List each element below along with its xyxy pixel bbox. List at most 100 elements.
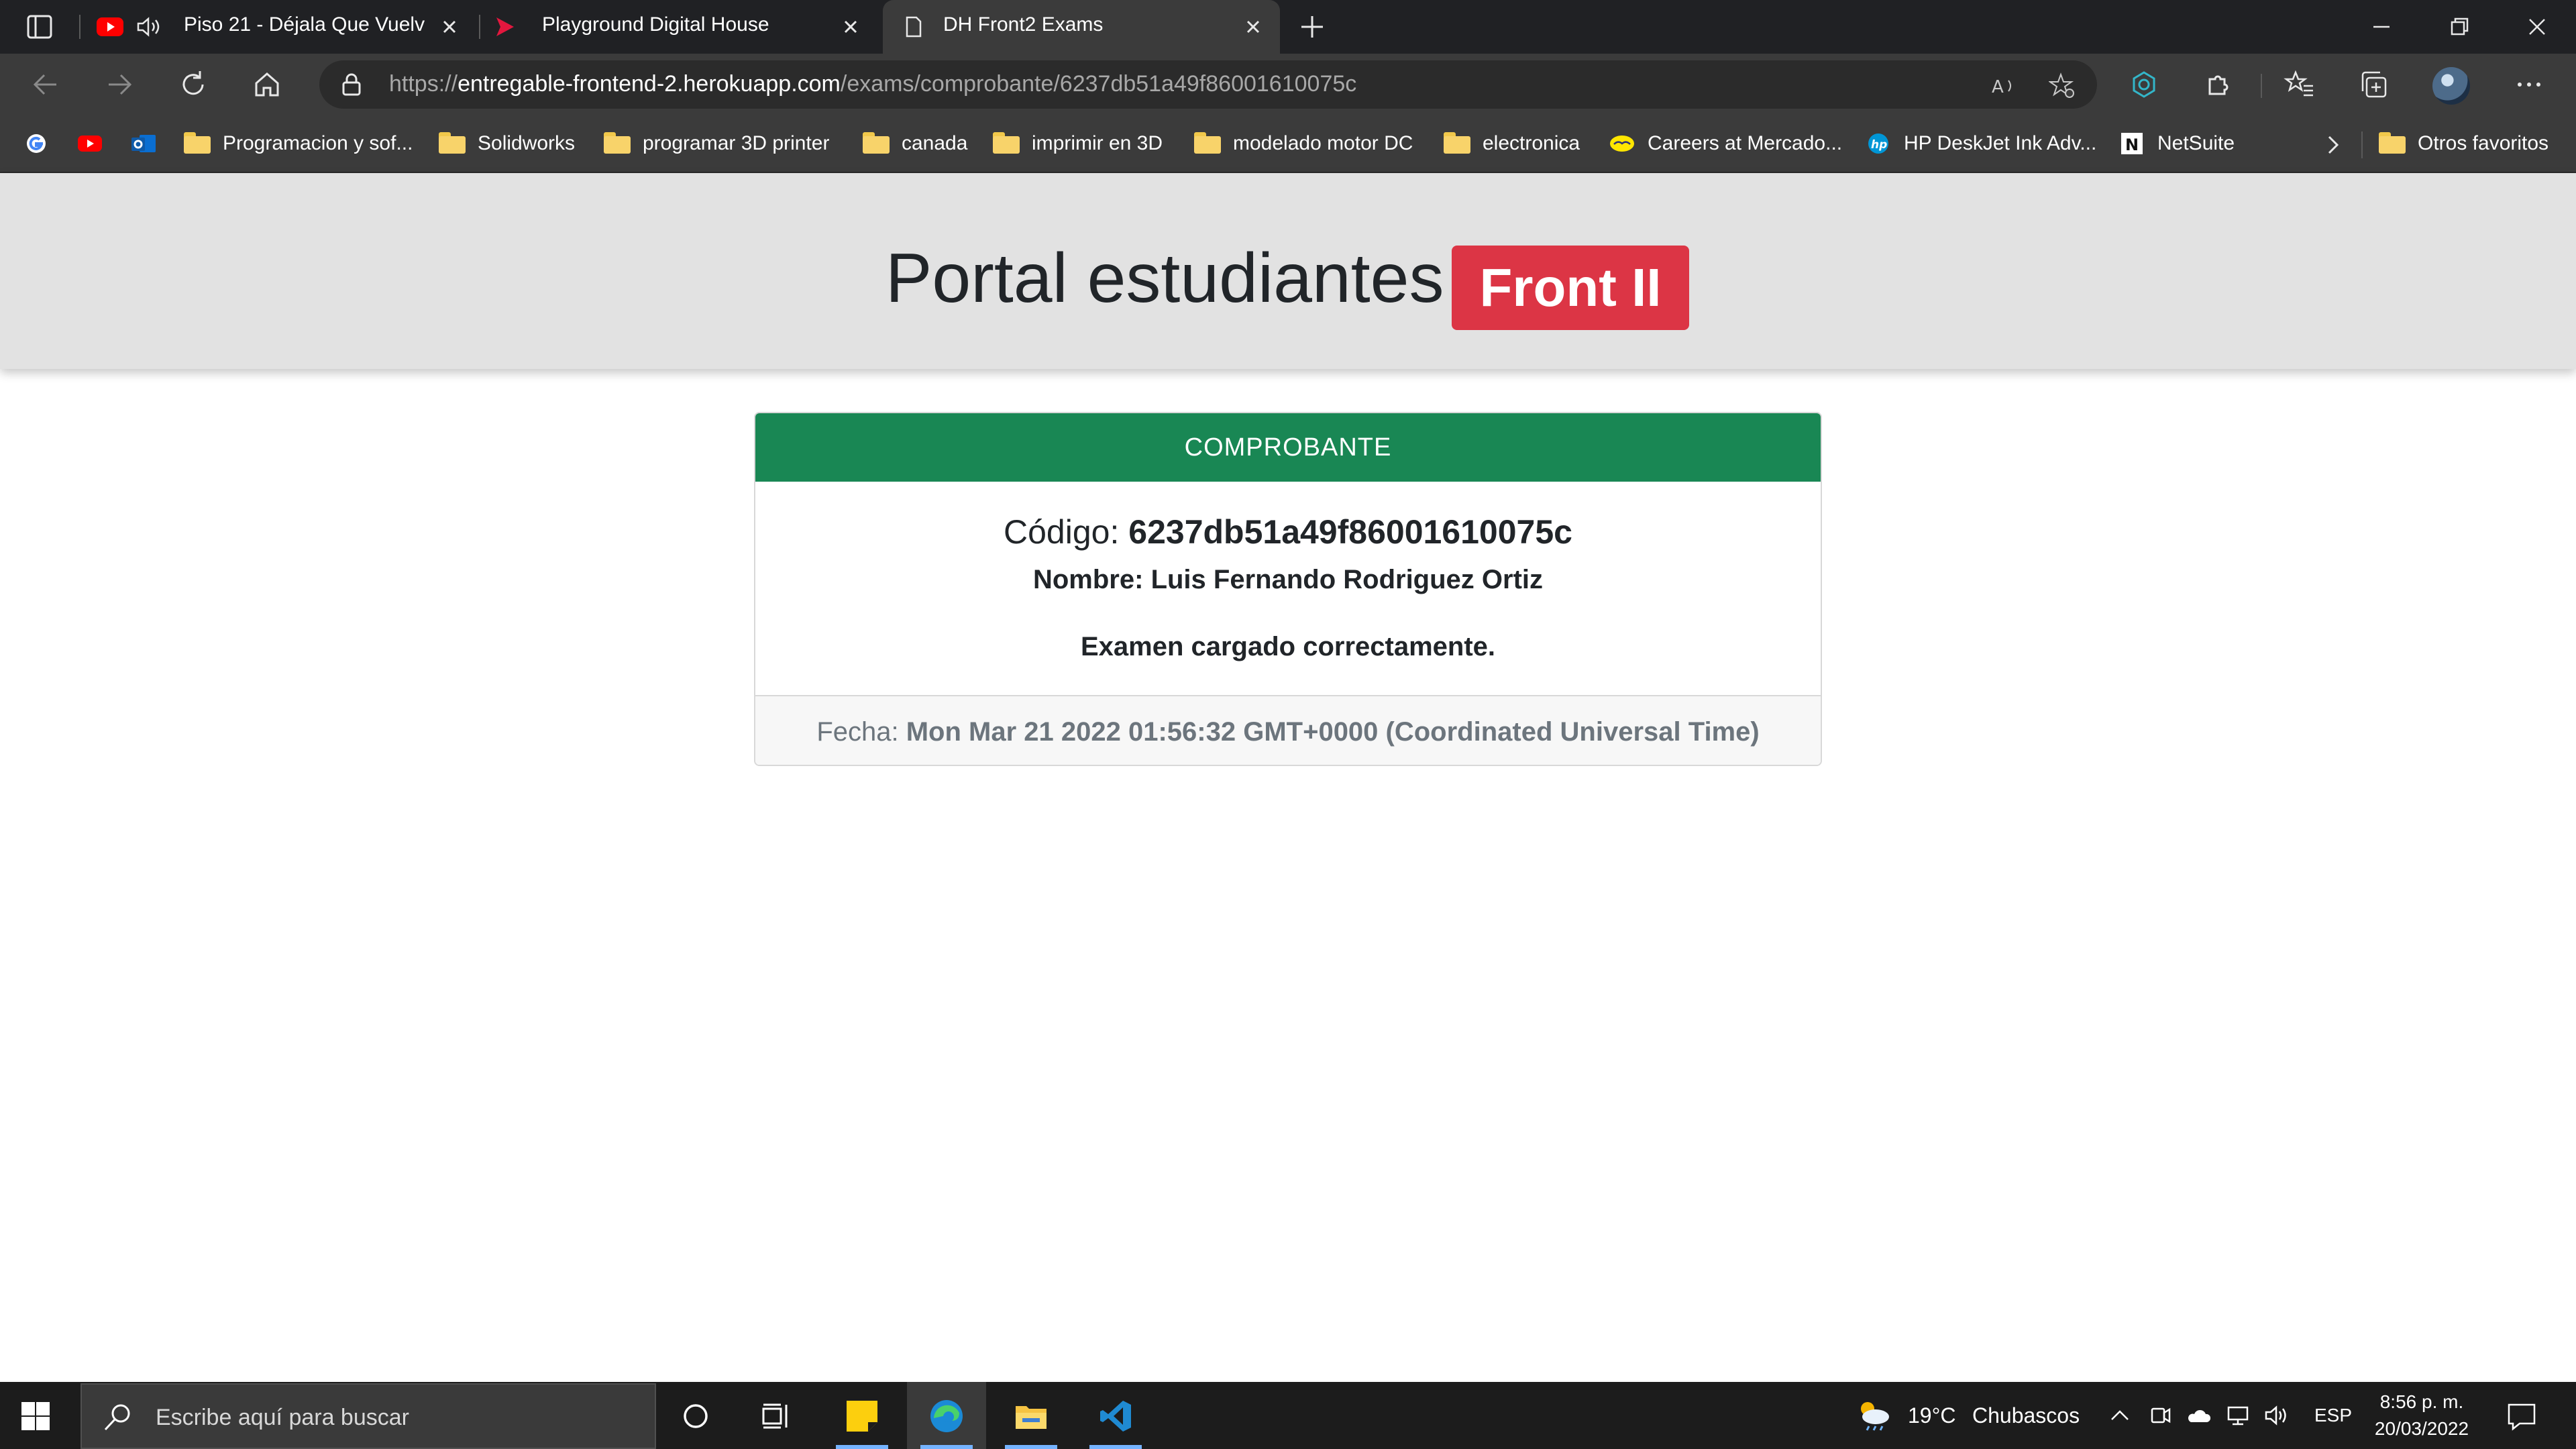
- fecha-value: Mon Mar 21 2022 01:56:32 GMT+0000 (Coord…: [906, 717, 1760, 747]
- site-header: Portal estudiantes Front II: [0, 173, 2576, 369]
- collections-icon[interactable]: [2357, 68, 2390, 101]
- youtube-icon: [97, 17, 123, 36]
- weather-icon[interactable]: [1854, 1399, 1892, 1432]
- taskbar-app-edge[interactable]: [907, 1382, 986, 1449]
- url-text[interactable]: https://entregable-frontend-2.herokuapp.…: [389, 71, 1356, 97]
- folder-icon: [2379, 132, 2406, 155]
- language-indicator[interactable]: ESP: [2314, 1405, 2352, 1426]
- bookmark-folder-3d-printer[interactable]: programar 3D printer: [604, 127, 829, 160]
- cortana-icon[interactable]: [682, 1402, 710, 1430]
- file-explorer-icon: [1016, 1406, 1046, 1429]
- bookmark-folder-canada[interactable]: canada: [863, 127, 967, 160]
- read-aloud-icon[interactable]: A: [1990, 72, 2017, 99]
- success-message: Examen cargado correctamente.: [1080, 632, 1496, 661]
- add-favorite-icon[interactable]: [2049, 72, 2076, 99]
- minimize-icon[interactable]: [2368, 13, 2395, 40]
- bookmark-google[interactable]: [23, 127, 62, 160]
- refresh-icon[interactable]: [177, 68, 209, 101]
- codigo-line: Código: 6237db51a49f86001610075c: [755, 513, 1821, 551]
- meet-now-icon[interactable]: [2147, 1402, 2174, 1429]
- codigo-label: Código:: [1004, 513, 1120, 551]
- bookmark-youtube[interactable]: [76, 127, 115, 160]
- onedrive-icon[interactable]: [2186, 1402, 2212, 1429]
- windows-start-icon[interactable]: [20, 1401, 51, 1432]
- bookmark-label: modelado motor DC: [1233, 132, 1413, 154]
- hp-icon: hp: [1868, 133, 1888, 154]
- tab-title: Playground Digital House: [542, 13, 769, 36]
- page-icon: [906, 16, 922, 38]
- chevron-up-icon[interactable]: [2106, 1402, 2133, 1429]
- toolbar-separator: [2261, 74, 2262, 98]
- svg-text:hp: hp: [1871, 138, 1887, 152]
- taskbar-app-file-explorer[interactable]: [991, 1382, 1071, 1449]
- favorites-icon[interactable]: [2284, 68, 2316, 101]
- restore-icon[interactable]: [2446, 13, 2473, 40]
- bookmark-mercadolibre[interactable]: Careers at Mercado...: [1609, 127, 1842, 160]
- card-header: COMPROBANTE: [755, 413, 1821, 482]
- tab-actions-icon[interactable]: [27, 15, 52, 39]
- bookmark-label: Careers at Mercado...: [1648, 132, 1843, 154]
- outlook-icon: [131, 135, 156, 152]
- tab-title: DH Front2 Exams: [943, 13, 1104, 36]
- browser-toolbar: https://entregable-frontend-2.herokuapp.…: [0, 54, 2576, 115]
- back-icon[interactable]: [30, 68, 62, 101]
- course-badge: Front II: [1452, 246, 1689, 330]
- bookmark-folder-solidworks[interactable]: Solidworks: [439, 127, 575, 160]
- bookmark-hp[interactable]: hp HP DeskJet Ink Adv...: [1865, 127, 2096, 160]
- lock-icon[interactable]: [339, 72, 364, 97]
- bookmark-folder-imprimir-3d[interactable]: imprimir en 3D: [993, 127, 1163, 160]
- weather-desc[interactable]: Chubascos: [1972, 1403, 2080, 1428]
- bookmarks-separator: [2361, 131, 2363, 158]
- bookmark-folder-programacion[interactable]: Programacion y sof...: [184, 127, 413, 160]
- profile-avatar[interactable]: [2432, 67, 2470, 105]
- clock-time: 8:56 p. m.: [2379, 1391, 2464, 1412]
- close-tab-icon[interactable]: [437, 15, 462, 39]
- forward-icon[interactable]: [103, 68, 136, 101]
- tab-actions-menu[interactable]: [0, 0, 79, 54]
- network-icon[interactable]: [2224, 1402, 2251, 1429]
- bookmark-outlook[interactable]: [130, 127, 169, 160]
- folder-icon: [604, 132, 631, 155]
- close-tab-icon[interactable]: [839, 15, 863, 39]
- system-clock[interactable]: 8:56 p. m. 20/03/2022: [2361, 1389, 2482, 1442]
- bookmark-netsuite[interactable]: N NetSuite: [2118, 127, 2235, 160]
- tab-dh-front2-exams[interactable]: DH Front2 Exams: [883, 0, 1280, 54]
- bookmark-folder-electronica[interactable]: electronica: [1444, 127, 1580, 160]
- extension-icon[interactable]: [2128, 68, 2160, 101]
- bookmarks-bar: Programacion y sof... Solidworks program…: [0, 115, 2576, 173]
- more-options-icon[interactable]: [2513, 68, 2545, 101]
- chevron-right-icon[interactable]: [2321, 133, 2345, 157]
- svg-text:A: A: [1992, 77, 2004, 97]
- taskbar-app-sticky-notes[interactable]: [822, 1382, 902, 1449]
- weather-temp[interactable]: 19°C: [1908, 1403, 1956, 1428]
- folder-icon: [863, 132, 890, 155]
- tab-playground-digital-house[interactable]: Playground Digital House: [483, 0, 879, 54]
- new-tab-icon[interactable]: [1299, 13, 1326, 40]
- bookmark-label: imprimir en 3D: [1032, 132, 1163, 154]
- folder-icon: [439, 132, 466, 155]
- home-icon[interactable]: [251, 68, 283, 101]
- url-scheme: https://: [389, 71, 458, 97]
- close-tab-icon[interactable]: [1241, 15, 1265, 39]
- volume-icon[interactable]: [2263, 1402, 2290, 1429]
- taskbar-app-vscode[interactable]: [1076, 1382, 1155, 1449]
- url-host: entregable-frontend-2.herokuapp.com: [458, 71, 841, 97]
- mercadolibre-icon: [1610, 136, 1634, 152]
- taskbar-search-box[interactable]: Escribe aquí para buscar: [80, 1383, 656, 1449]
- sticky-notes-icon: [847, 1401, 877, 1432]
- tab-piso-21[interactable]: Piso 21 - Déjala Que Vuelva: [87, 0, 476, 54]
- extensions-icon[interactable]: [2202, 68, 2234, 101]
- tab-separator: [479, 15, 480, 39]
- comprobante-card: COMPROBANTE Código: 6237db51a49f86001610…: [754, 412, 1822, 766]
- windows-taskbar: Escribe aquí para buscar 19°C Chubascos …: [0, 1382, 2576, 1449]
- task-view-icon[interactable]: [761, 1402, 790, 1430]
- bookmark-label: canada: [902, 132, 968, 154]
- tab-title: Piso 21 - Déjala Que Vuelva: [184, 13, 425, 36]
- close-window-icon[interactable]: [2524, 13, 2551, 40]
- speaker-icon[interactable]: [136, 16, 162, 38]
- bookmark-folder-motor-dc[interactable]: modelado motor DC: [1194, 127, 1413, 160]
- bookmark-otros-favoritos[interactable]: Otros favoritos: [2379, 127, 2548, 160]
- bookmark-label: Otros favoritos: [2418, 132, 2549, 154]
- address-bar[interactable]: https://entregable-frontend-2.herokuapp.…: [319, 60, 2097, 109]
- notifications-icon[interactable]: [2506, 1401, 2537, 1432]
